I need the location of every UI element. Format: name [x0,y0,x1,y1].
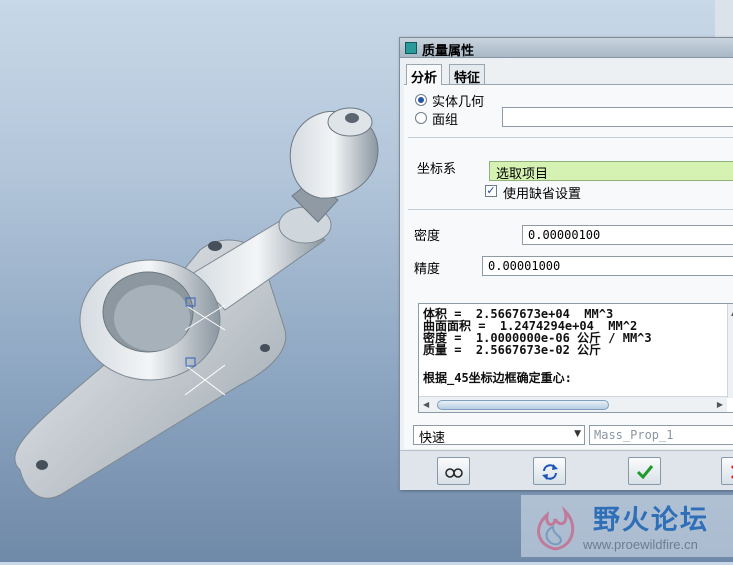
dialog-titlebar[interactable]: 质量属性 [400,38,733,59]
forum-watermark: 野火论坛 www.proewildfire.cn [521,495,733,557]
result-center-of-gravity: 根据_45坐标边框确定重心: [423,371,572,385]
quilt-label: 面组 [432,113,459,128]
results-text-area[interactable]: 体积 = 2.5667673e+04 MM^3 曲面面积 = 1.2474294… [418,303,733,413]
analysis-name-field[interactable]: Mass_Prop_1 [589,425,733,445]
checkmark-icon [636,465,654,480]
toolbar-strip [715,0,733,40]
quilt-radio[interactable] [415,112,427,124]
tab-feature[interactable]: 特征 [449,64,486,86]
divider [408,137,733,138]
watermark-url: www.proewildfire.cn [583,537,698,552]
glasses-icon [445,468,463,478]
refresh-icon [542,464,558,480]
accuracy-input[interactable]: 0.00001000 [482,256,733,276]
use-default-checkbox[interactable]: ✓ [485,185,497,197]
solid-geometry-radio[interactable] [415,94,427,106]
scroll-left-arrow: ◀ [423,400,430,409]
tab-analysis[interactable]: 分析 [406,64,443,86]
chevron-down-icon: ▼ [574,429,581,439]
analysis-panel: 实体几何 面组 坐标系 选取项目 ✓ 使用缺省设置 密度 0.00000100 … [404,84,733,449]
ok-button[interactable] [628,457,661,485]
use-default-label: 使用缺省设置 [503,187,582,202]
coord-system-label: 坐标系 [417,162,457,177]
mass-properties-dialog: 质量属性 分析 特征 实体几何 面组 坐标系 选取项目 ✓ 使用缺省设置 密度 … [399,37,733,490]
close-icon [730,465,733,479]
dialog-button-bar [400,450,733,490]
repeat-button[interactable] [533,457,566,485]
compute-mode-value: 快速 [419,431,446,446]
horizontal-scrollbar[interactable]: ◀ ▶ [419,396,727,412]
dialog-title: 质量属性 [422,44,475,59]
divider [408,209,733,210]
cancel-button[interactable] [721,457,733,485]
quilt-field[interactable] [502,107,733,127]
scroll-right-arrow: ▶ [716,400,723,409]
density-label: 密度 [414,229,441,244]
accuracy-label: 精度 [414,262,441,277]
vertical-scrollbar[interactable]: ▲ [727,304,733,398]
select-items-collector[interactable]: 选取项目 [489,161,733,182]
horizontal-scroll-thumb[interactable] [437,400,609,410]
solid-geometry-label: 实体几何 [432,95,485,110]
compute-mode-select[interactable]: 快速 ▼ [413,425,585,446]
window-icon [405,42,417,54]
preview-button[interactable] [437,457,470,485]
result-mass: 质量 = 2.5667673e-02 公斤 [423,343,602,357]
flame-logo-icon [537,505,575,551]
watermark-title: 野火论坛 [593,505,709,536]
density-input[interactable]: 0.00000100 [522,225,733,245]
